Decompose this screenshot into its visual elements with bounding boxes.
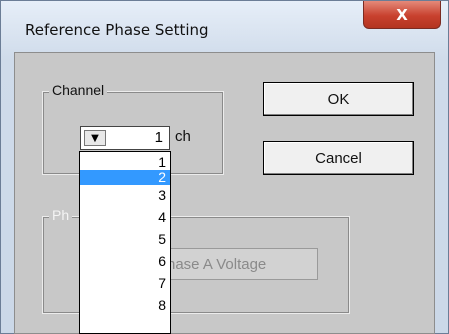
cancel-button[interactable]: Cancel: [263, 141, 414, 175]
phase-a-voltage-button: hase A Voltage: [160, 248, 318, 280]
window-title: Reference Phase Setting: [25, 21, 209, 39]
dropdown-item-1[interactable]: 1: [80, 155, 170, 170]
title-bar: Reference Phase Setting X: [1, 1, 449, 49]
close-icon: X: [396, 5, 408, 24]
ok-label: OK: [327, 90, 350, 108]
dropdown-item-3[interactable]: 3: [80, 188, 170, 203]
chevron-down-icon[interactable]: ▼: [84, 130, 106, 146]
phase-group-label: Ph: [49, 207, 73, 223]
dropdown-item-6[interactable]: 6: [80, 254, 170, 269]
channel-group-label: Channel: [49, 82, 108, 98]
channel-combobox[interactable]: ▼ 1: [80, 126, 170, 150]
channel-dropdown-list[interactable]: 1 2 3 4 5 6 7 8: [79, 151, 171, 334]
dropdown-item-8[interactable]: 8: [80, 298, 170, 313]
channel-unit-label: ch: [175, 128, 191, 145]
dropdown-item-7[interactable]: 7: [80, 276, 170, 291]
close-button[interactable]: X: [363, 1, 441, 29]
dropdown-item-2[interactable]: 2: [80, 170, 170, 185]
dropdown-item-4[interactable]: 4: [80, 210, 170, 225]
phase-a-voltage-label: hase A Voltage: [167, 255, 267, 273]
channel-value: 1: [154, 129, 163, 146]
dropdown-item-5[interactable]: 5: [80, 232, 170, 247]
ok-button[interactable]: OK: [263, 82, 414, 116]
cancel-label: Cancel: [315, 149, 362, 167]
